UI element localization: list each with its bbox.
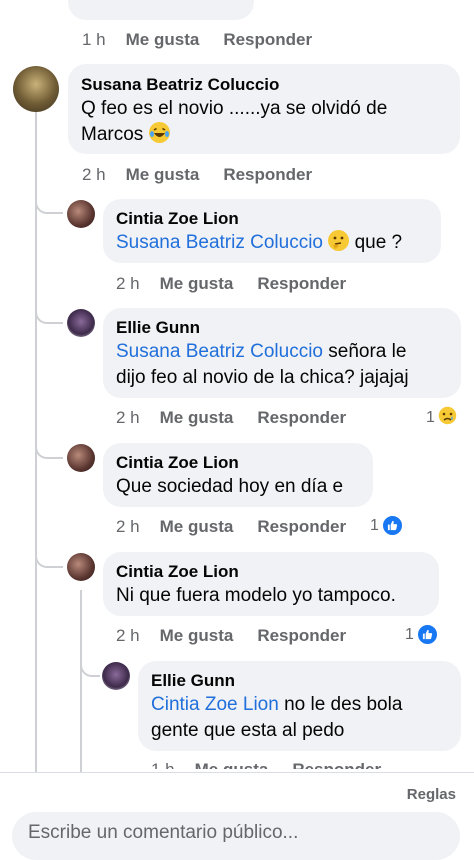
comment-text: Susana Beatriz Coluccio que ? xyxy=(116,230,403,253)
comment-text: Susana Beatriz Coluccio señora le dijo f… xyxy=(116,341,409,388)
mention-link[interactable]: Cintia Zoe Lion xyxy=(151,694,279,715)
comment-author[interactable]: Susana Beatriz Coluccio xyxy=(81,74,447,96)
avatar[interactable] xyxy=(13,66,59,112)
sad-reaction-icon xyxy=(437,405,458,431)
comment-bubble: Cintia Zoe Lion Susana Beatriz Coluccio … xyxy=(103,199,441,263)
comment-author[interactable]: Ellie Gunn xyxy=(151,670,448,692)
thread-branch xyxy=(35,190,63,214)
previous-comment-bubble xyxy=(68,0,254,20)
comment-composer-input[interactable]: Escribe un comentario público... xyxy=(12,812,460,860)
divider xyxy=(0,772,474,773)
comment-actions: 2 h Me gusta Responder xyxy=(116,408,370,428)
comment-author[interactable]: Ellie Gunn xyxy=(116,317,448,339)
reply-button[interactable]: Responder xyxy=(257,274,346,294)
comment-author[interactable]: Cintia Zoe Lion xyxy=(116,561,426,583)
reply-button[interactable]: Responder xyxy=(257,626,346,646)
reply-button[interactable]: Responder xyxy=(257,517,346,537)
comment-actions: 2 h Me gusta Responder xyxy=(116,274,370,294)
comment-bubble: Cintia Zoe Lion Que sociedad hoy en día … xyxy=(103,443,373,507)
like-reaction-icon xyxy=(415,623,439,646)
avatar[interactable] xyxy=(67,200,95,228)
reaction-count: 1 xyxy=(426,409,435,426)
laughing-tears-emoji-icon xyxy=(148,122,170,143)
comment-bubble: Cintia Zoe Lion Ni que fuera modelo yo t… xyxy=(103,552,439,616)
like-button[interactable]: Me gusta xyxy=(126,30,200,50)
rules-link[interactable]: Reglas xyxy=(407,786,456,803)
avatar[interactable] xyxy=(67,553,95,581)
comment-text: Que sociedad hoy en día e xyxy=(116,476,344,497)
comment-time: 1 h xyxy=(82,30,106,49)
reaction-count: 1 xyxy=(405,625,414,643)
mention-link[interactable]: Susana Beatriz Coluccio xyxy=(116,232,323,253)
thread-branch xyxy=(35,435,63,459)
comment-actions: 2 h Me gusta Responder xyxy=(82,165,336,185)
like-button[interactable]: Me gusta xyxy=(160,517,234,537)
comment-text: Cintia Zoe Lion no le des bola gente que… xyxy=(151,694,403,741)
comment-time: 2 h xyxy=(116,626,140,645)
comment-time: 2 h xyxy=(116,274,140,293)
avatar[interactable] xyxy=(67,444,95,472)
reaction-summary[interactable]: 1 xyxy=(426,405,458,431)
thread-branch xyxy=(35,300,63,324)
comment-bubble: Ellie Gunn Cintia Zoe Lion no le des bol… xyxy=(138,661,461,751)
mention-link[interactable]: Susana Beatriz Coluccio xyxy=(116,341,323,362)
reaction-summary[interactable]: 1 xyxy=(405,623,439,646)
reply-button[interactable]: Responder xyxy=(223,165,312,185)
reaction-summary[interactable]: 1 xyxy=(370,514,404,537)
like-button[interactable]: Me gusta xyxy=(126,165,200,185)
like-reaction-icon xyxy=(380,514,404,537)
comment-text: Ni que fuera modelo yo tampoco. xyxy=(116,585,396,606)
comment-bubble: Susana Beatriz Coluccio Q feo es el novi… xyxy=(68,64,460,154)
reply-button[interactable]: Responder xyxy=(223,30,312,50)
comment-time: 2 h xyxy=(116,408,140,427)
comment-actions: 2 h Me gusta Responder xyxy=(116,517,370,537)
comment-text: Q feo es el novio ......ya se olvidó de … xyxy=(81,98,388,145)
thinking-emoji-icon xyxy=(328,230,350,251)
comment-bubble: Ellie Gunn Susana Beatriz Coluccio señor… xyxy=(103,308,461,398)
comment-time: 2 h xyxy=(82,165,106,184)
thread-branch xyxy=(35,544,63,568)
like-button[interactable]: Me gusta xyxy=(160,626,234,646)
avatar[interactable] xyxy=(67,309,95,337)
avatar[interactable] xyxy=(102,662,130,690)
thread-branch xyxy=(80,653,100,677)
comment-author[interactable]: Cintia Zoe Lion xyxy=(116,208,428,230)
comment-author[interactable]: Cintia Zoe Lion xyxy=(116,452,360,474)
reaction-count: 1 xyxy=(370,516,379,534)
reply-button[interactable]: Responder xyxy=(257,408,346,428)
comment-time: 2 h xyxy=(116,517,140,536)
like-button[interactable]: Me gusta xyxy=(160,274,234,294)
comment-actions: 1 h Me gusta Responder xyxy=(82,30,336,50)
like-button[interactable]: Me gusta xyxy=(160,408,234,428)
comment-actions: 2 h Me gusta Responder xyxy=(116,626,370,646)
thread-line-nested xyxy=(80,590,82,772)
